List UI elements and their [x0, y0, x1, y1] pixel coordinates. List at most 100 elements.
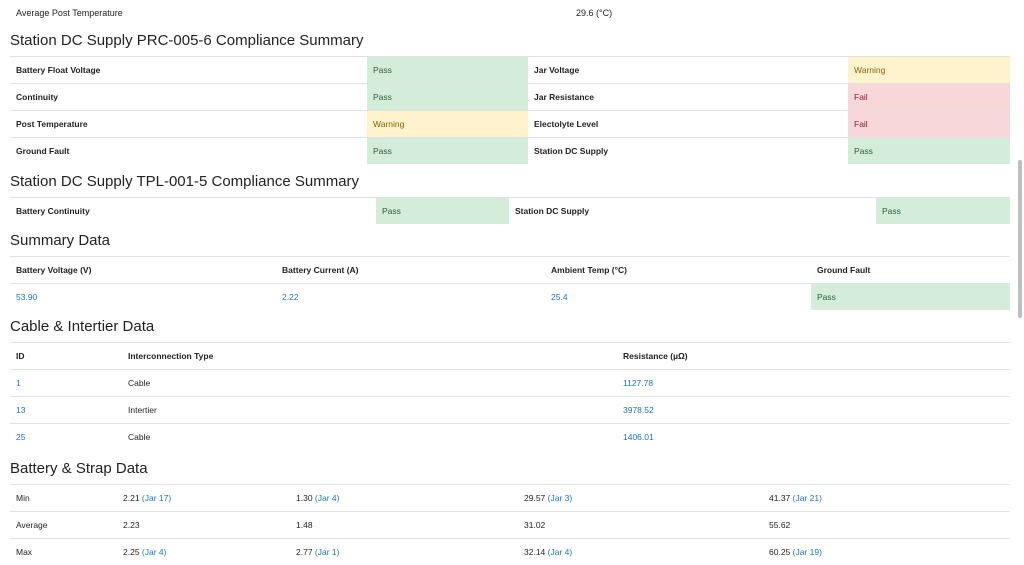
column-header: Resistance (µΩ) — [617, 343, 1010, 370]
stat-cell: 1.30 (Jar 4) — [290, 485, 518, 512]
table-row: 1 Cable 1127.78 — [10, 370, 1010, 397]
column-header: Interconnection Type — [122, 343, 617, 370]
compliance-label: Continuity — [10, 84, 367, 111]
interconnection-type: Intertier — [122, 397, 617, 424]
stat-cell: 29.57 (Jar 3) — [518, 485, 763, 512]
table-row: Ground Fault Pass Station DC Supply Pass — [10, 138, 1010, 165]
interconnection-id-link[interactable]: 25 — [10, 424, 122, 451]
status-badge: Pass — [367, 57, 528, 84]
compliance-label: Battery Float Voltage — [10, 57, 367, 84]
resistance-link[interactable]: 1127.78 — [617, 370, 1010, 397]
prc-compliance-table: Battery Float Voltage Pass Jar Voltage W… — [10, 56, 1010, 164]
table-header-row: ID Interconnection Type Resistance (µΩ) — [10, 343, 1010, 370]
stat-cell: 2.23 — [117, 512, 290, 539]
compliance-label: Ground Fault — [10, 138, 367, 165]
jar-link[interactable]: (Jar 3) — [548, 493, 573, 503]
interconnection-id-link[interactable]: 1 — [10, 370, 122, 397]
column-header: ID — [10, 343, 122, 370]
table-row: 13 Intertier 3978.52 — [10, 397, 1010, 424]
summary-section-title: Summary Data — [10, 226, 1010, 256]
column-header: Ground Fault — [811, 257, 1010, 284]
interconnection-type: Cable — [122, 370, 617, 397]
stat-cell: 55.62 — [763, 512, 1010, 539]
status-badge: Pass — [376, 198, 509, 225]
interconnection-type: Cable — [122, 424, 617, 451]
table-row: Max 2.25 (Jar 4) 2.77 (Jar 1) 32.14 (Jar… — [10, 539, 1010, 565]
stat-value: 41.37 — [769, 493, 790, 503]
stat-label: Min — [10, 485, 117, 512]
jar-link[interactable]: (Jar 4) — [548, 547, 573, 557]
resistance-link[interactable]: 1406.01 — [617, 424, 1010, 451]
stat-value: 2.77 — [296, 547, 313, 557]
compliance-label: Jar Voltage — [528, 57, 848, 84]
stat-cell: 1.48 — [290, 512, 518, 539]
status-badge: Warning — [367, 111, 528, 138]
table-row: 53.90 2.22 25.4 Pass — [10, 284, 1010, 311]
compliance-label: Electolyte Level — [528, 111, 848, 138]
ambient-temp-link[interactable]: 25.4 — [545, 284, 811, 311]
stat-cell: 32.14 (Jar 4) — [518, 539, 763, 565]
status-badge: Fail — [848, 84, 1010, 111]
compliance-label: Station DC Supply — [528, 138, 848, 165]
column-header: Ambient Temp (°C) — [545, 257, 811, 284]
table-row: Post Temperature Warning Electolyte Leve… — [10, 111, 1010, 138]
avg-post-temp-value: 29.6 (°C) — [576, 8, 612, 18]
column-header: Battery Current (A) — [276, 257, 545, 284]
status-badge: Warning — [848, 57, 1010, 84]
battery-current-link[interactable]: 2.22 — [276, 284, 545, 311]
resistance-link[interactable]: 3978.52 — [617, 397, 1010, 424]
tpl-section-title: Station DC Supply TPL-001-5 Compliance S… — [10, 167, 1010, 197]
summary-table: Battery Voltage (V) Battery Current (A) … — [10, 256, 1010, 310]
compliance-label: Battery Continuity — [10, 198, 376, 225]
status-badge: Pass — [876, 198, 1010, 225]
compliance-label: Station DC Supply — [509, 198, 876, 225]
jar-link[interactable]: (Jar 17) — [142, 493, 171, 503]
stat-value: 2.23 — [123, 520, 140, 530]
avg-post-temp-label: Average Post Temperature — [10, 8, 576, 18]
stat-cell: 2.25 (Jar 4) — [117, 539, 290, 565]
tpl-compliance-table: Battery Continuity Pass Station DC Suppl… — [10, 197, 1010, 224]
stat-value: 1.30 — [296, 493, 313, 503]
stat-value: 60.25 — [769, 547, 790, 557]
stat-value: 31.02 — [524, 520, 545, 530]
cable-section-title: Cable & Intertier Data — [10, 312, 1010, 342]
table-header-row: Battery Voltage (V) Battery Current (A) … — [10, 257, 1010, 284]
table-row: 25 Cable 1406.01 — [10, 424, 1010, 451]
table-row: Battery Float Voltage Pass Jar Voltage W… — [10, 57, 1010, 84]
jar-link[interactable]: (Jar 19) — [793, 547, 822, 557]
stat-value: 2.21 — [123, 493, 140, 503]
table-row: Continuity Pass Jar Resistance Fail — [10, 84, 1010, 111]
compliance-label: Post Temperature — [10, 111, 367, 138]
battery-section-title: Battery & Strap Data — [10, 454, 1010, 484]
battery-strap-table: Min 2.21 (Jar 17) 1.30 (Jar 4) 29.57 (Ja… — [10, 484, 1010, 565]
table-row: Min 2.21 (Jar 17) 1.30 (Jar 4) 29.57 (Ja… — [10, 485, 1010, 512]
jar-link[interactable]: (Jar 1) — [315, 547, 340, 557]
jar-link[interactable]: (Jar 21) — [793, 493, 822, 503]
stat-cell: 2.77 (Jar 1) — [290, 539, 518, 565]
status-badge: Pass — [811, 284, 1010, 311]
report-page: Average Post Temperature 29.6 (°C) Stati… — [10, 0, 1010, 565]
page-scrollbar[interactable] — [1018, 160, 1022, 318]
battery-voltage-link[interactable]: 53.90 — [10, 284, 276, 311]
table-row: Average 2.23 1.48 31.02 55.62 — [10, 512, 1010, 539]
jar-link[interactable]: (Jar 4) — [315, 493, 340, 503]
status-badge: Pass — [848, 138, 1010, 165]
cable-table: ID Interconnection Type Resistance (µΩ) … — [10, 342, 1010, 450]
status-badge: Pass — [367, 138, 528, 165]
interconnection-id-link[interactable]: 13 — [10, 397, 122, 424]
stat-cell: 31.02 — [518, 512, 763, 539]
stat-cell: 60.25 (Jar 19) — [763, 539, 1010, 565]
stat-cell: 41.37 (Jar 21) — [763, 485, 1010, 512]
stat-cell: 2.21 (Jar 17) — [117, 485, 290, 512]
stat-value: 32.14 — [524, 547, 545, 557]
stat-label: Max — [10, 539, 117, 565]
jar-link[interactable]: (Jar 4) — [142, 547, 167, 557]
stat-value: 55.62 — [769, 520, 790, 530]
prc-section-title: Station DC Supply PRC-005-6 Compliance S… — [10, 26, 1010, 56]
table-row: Battery Continuity Pass Station DC Suppl… — [10, 198, 1010, 225]
avg-post-temp-row: Average Post Temperature 29.6 (°C) — [10, 0, 1010, 26]
stat-value: 2.25 — [123, 547, 140, 557]
stat-value: 29.57 — [524, 493, 545, 503]
stat-value: 1.48 — [296, 520, 313, 530]
status-badge: Fail — [848, 111, 1010, 138]
